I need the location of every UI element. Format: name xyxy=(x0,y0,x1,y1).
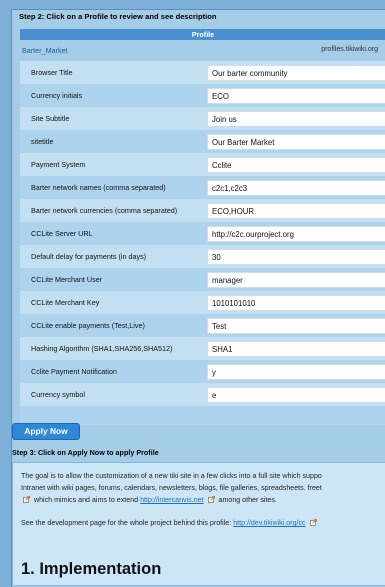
field-input[interactable]: Test xyxy=(207,318,385,334)
field-row: Hashing Algorithm (SHA1,SHA256,SHA512) S… xyxy=(20,337,385,360)
field-label: CCLite Merchant User xyxy=(31,275,103,284)
field-input[interactable]: 1010101010 xyxy=(207,295,385,311)
field-row: Barter network currencies (comma separat… xyxy=(20,199,385,222)
field-label: Payment System xyxy=(31,160,86,169)
description-text: which mimics and aims to extend xyxy=(33,496,139,504)
field-input[interactable]: Our barter community xyxy=(207,65,385,81)
field-label: Barter network currencies (comma separat… xyxy=(31,206,178,215)
field-label: CCLite Server URL xyxy=(31,229,93,238)
field-row: CCLite Merchant Key 1010101010 xyxy=(20,291,385,314)
field-input[interactable]: e xyxy=(207,387,385,403)
field-input[interactable]: y xyxy=(207,364,385,380)
field-input[interactable]: Join us xyxy=(207,111,385,127)
field-input[interactable]: ECO xyxy=(207,88,385,104)
field-row: CCLite Server URL http://c2c.ourproject.… xyxy=(20,222,385,245)
field-label: CCLite enable payments (Test,Live) xyxy=(31,321,145,330)
field-input[interactable]: Our Barter Market xyxy=(207,134,385,150)
description-line: See the development page for the whole p… xyxy=(21,518,319,530)
implementation-heading: 1. Implementation xyxy=(21,560,162,578)
field-label: Barter network names (comma separated) xyxy=(31,183,166,192)
field-input[interactable]: SHA1 xyxy=(207,341,385,357)
field-input[interactable]: c2c1,c2c3 xyxy=(207,180,385,196)
step3-title: Step 3: Click on Apply Now to apply Prof… xyxy=(12,448,159,457)
description-line: which mimics and aims to extend http://i… xyxy=(21,495,277,507)
field-row: Barter network names (comma separated) c… xyxy=(20,176,385,199)
field-row: CCLite Merchant User manager xyxy=(20,268,385,291)
field-input[interactable]: ECO,HOUR xyxy=(207,203,385,219)
profile-row[interactable]: Barter_Market profiles.tikiwiki.org xyxy=(20,41,385,61)
step2-title: Step 2: Click on a Profile to review and… xyxy=(19,12,217,21)
description-line: The goal is to allow the customization o… xyxy=(21,472,322,480)
field-label: Currency initials xyxy=(31,91,83,100)
field-row: Cclite Payment Notification y xyxy=(20,360,385,383)
apply-now-button[interactable]: Apply Now xyxy=(12,423,80,440)
field-row: Site Subtitle Join us xyxy=(20,107,385,130)
field-row: sitetitle Our Barter Market xyxy=(20,130,385,153)
field-label: Hashing Algorithm (SHA1,SHA256,SHA512) xyxy=(31,344,173,353)
field-label: Browser Title xyxy=(31,68,73,77)
field-label: Cclite Payment Notification xyxy=(31,367,117,376)
description-text: among other sites. xyxy=(218,496,277,504)
field-label: Currency symbol xyxy=(31,390,85,399)
profile-fields: Browser Title Our barter community Curre… xyxy=(20,61,385,425)
external-link-icon xyxy=(23,496,30,503)
external-link-icon xyxy=(309,519,317,526)
field-label: Site Subtitle xyxy=(31,114,70,123)
field-row: Payment System Cclite xyxy=(20,153,385,176)
field-row: Browser Title Our barter community xyxy=(20,61,385,84)
external-link-icon xyxy=(207,496,215,503)
field-input[interactable]: manager xyxy=(207,272,385,288)
field-row: Currency symbol e xyxy=(20,383,385,406)
field-input[interactable]: Cclite xyxy=(207,157,385,173)
field-input[interactable]: 30 xyxy=(207,249,385,265)
field-label: CCLite Merchant Key xyxy=(31,298,100,307)
profile-column-header: Profile xyxy=(20,29,385,40)
field-row: CCLite enable payments (Test,Live) Test xyxy=(20,314,385,337)
profile-repository: profiles.tikiwiki.org xyxy=(321,46,378,53)
field-label: Default delay for payments (in days) xyxy=(31,252,147,261)
description-text: See the development page for the whole p… xyxy=(21,519,232,527)
dev-page-link[interactable]: http://dev.tikiwiki.org/cc xyxy=(233,519,305,527)
field-label: sitetitle xyxy=(31,137,54,146)
profile-description: The goal is to allow the customization o… xyxy=(12,462,385,586)
description-line: Intranet with wiki pages, forums, calend… xyxy=(21,484,322,492)
field-input[interactable]: http://c2c.ourproject.org xyxy=(207,226,385,242)
profile-name-link[interactable]: Barter_Market xyxy=(22,46,68,55)
intercanvis-link[interactable]: http://intercanvis.net xyxy=(140,496,203,504)
field-row: Default delay for payments (in days) 30 xyxy=(20,245,385,268)
field-row: Currency initials ECO xyxy=(20,84,385,107)
